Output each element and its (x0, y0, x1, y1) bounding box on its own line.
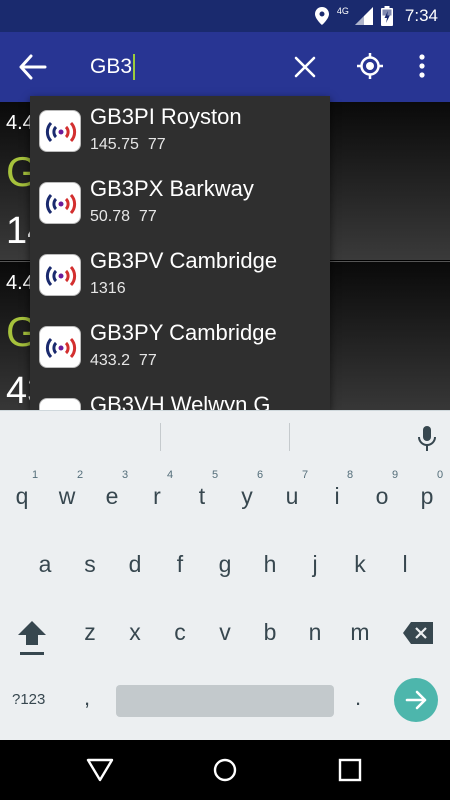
suggestion-item[interactable]: GB3PX Barkway 50.78 77 (30, 168, 330, 240)
home-circle-icon[interactable] (212, 757, 238, 783)
key-k[interactable]: k (340, 551, 380, 578)
search-input[interactable]: GB3 (90, 54, 136, 80)
key-j[interactable]: j (295, 551, 335, 578)
space-bar[interactable] (116, 685, 334, 717)
key-i[interactable]: 8i (317, 469, 357, 510)
key-e[interactable]: 3e (92, 469, 132, 510)
location-icon (314, 7, 329, 25)
key-m[interactable]: m (340, 619, 380, 646)
search-input-value: GB3 (90, 55, 133, 78)
key-z[interactable]: z (70, 619, 110, 646)
suggestion-item[interactable]: GB3VH Welwyn G (30, 384, 330, 410)
suggestion-name: GB3PY Cambridge (90, 320, 277, 345)
status-bar: 4G 7:34 (0, 0, 450, 32)
key-hint: 2 (76, 469, 84, 481)
key-hint: 4 (166, 469, 174, 481)
key-label: i (334, 483, 340, 509)
key-label: o (375, 483, 389, 509)
suggestion-item[interactable]: GB3PY Cambridge 433.2 77 (30, 312, 330, 384)
suggestion-detail: 1316 (90, 280, 126, 297)
enter-button[interactable] (394, 678, 438, 722)
suggestion-item[interactable]: GB3PV Cambridge 1316 (30, 240, 330, 312)
screen: 4G 7:34 GB3 4.4 G 14 4.4 G 43 GB3PI Roys… (0, 0, 450, 800)
text-cursor (133, 54, 136, 80)
key-o[interactable]: 9o (362, 469, 402, 510)
repeater-icon (39, 110, 81, 152)
suggestion-name: GB3VH Welwyn G (90, 392, 271, 410)
key-b[interactable]: b (250, 619, 290, 646)
key-q[interactable]: 1q (2, 469, 42, 510)
search-suggestions: GB3PI Royston 145.75 77 GB3PX Barkway 50… (30, 96, 330, 410)
key-hint: 9 (391, 469, 399, 481)
back-triangle-icon[interactable] (86, 758, 114, 782)
key-label: p (420, 483, 434, 509)
battery-charging-icon (380, 6, 393, 26)
suggestion-detail: 145.75 77 (90, 136, 166, 153)
repeater-icon (39, 398, 81, 410)
comma-key[interactable]: , (84, 685, 90, 711)
key-label: q (15, 483, 29, 509)
key-label: r (153, 483, 161, 509)
network-type-label: 4G (336, 6, 349, 16)
recents-square-icon[interactable] (338, 758, 362, 782)
key-label: y (241, 483, 253, 509)
key-x[interactable]: x (115, 619, 155, 646)
key-v[interactable]: v (205, 619, 245, 646)
suggestion-strip (0, 411, 450, 463)
key-l[interactable]: l (385, 551, 425, 578)
key-s[interactable]: s (70, 551, 110, 578)
repeater-icon (39, 326, 81, 368)
signal-icon (354, 7, 373, 25)
key-y[interactable]: 6y (227, 469, 267, 510)
key-hint: 0 (436, 469, 444, 481)
arrow-right-icon (405, 690, 427, 710)
suggestion-name: GB3PI Royston (90, 104, 242, 129)
key-label: t (198, 483, 206, 509)
suggestion-item[interactable]: GB3PI Royston 145.75 77 (30, 96, 330, 168)
strip-divider (289, 423, 290, 451)
repeater-icon (39, 254, 81, 296)
back-arrow-icon[interactable] (18, 54, 48, 80)
clear-icon[interactable] (293, 55, 317, 79)
key-label: w (58, 483, 76, 509)
soft-keyboard: 1q2w3e4r5t6y7u8i9o0p asdfghjkl zxcvbnm ?… (0, 410, 450, 740)
key-hint: 7 (301, 469, 309, 481)
period-key[interactable]: . (355, 685, 361, 711)
my-location-icon[interactable] (356, 52, 384, 80)
backspace-icon[interactable] (402, 621, 434, 645)
microphone-icon[interactable] (417, 425, 437, 453)
key-g[interactable]: g (205, 551, 245, 578)
more-vert-icon[interactable] (414, 53, 430, 81)
key-label: u (285, 483, 299, 509)
key-u[interactable]: 7u (272, 469, 312, 510)
key-label: e (105, 483, 119, 509)
key-hint: 8 (346, 469, 354, 481)
key-hint: 1 (31, 469, 39, 481)
key-p[interactable]: 0p (407, 469, 447, 510)
strip-divider (160, 423, 161, 451)
key-hint: 5 (211, 469, 219, 481)
key-r[interactable]: 4r (137, 469, 177, 510)
symbols-key[interactable]: ?123 (12, 691, 45, 708)
key-n[interactable]: n (295, 619, 335, 646)
key-hint: 6 (256, 469, 264, 481)
suggestion-name: GB3PX Barkway (90, 176, 254, 201)
repeater-icon (39, 182, 81, 224)
key-d[interactable]: d (115, 551, 155, 578)
suggestion-detail: 433.2 77 (90, 352, 157, 369)
key-h[interactable]: h (250, 551, 290, 578)
key-a[interactable]: a (25, 551, 65, 578)
key-t[interactable]: 5t (182, 469, 222, 510)
key-w[interactable]: 2w (47, 469, 87, 510)
shift-icon[interactable] (16, 619, 48, 659)
app-bar: GB3 (0, 32, 450, 102)
key-hint: 3 (121, 469, 129, 481)
status-time: 7:34 (404, 6, 438, 25)
suggestion-name: GB3PV Cambridge (90, 248, 278, 273)
suggestion-detail: 50.78 77 (90, 208, 157, 225)
navigation-bar (0, 740, 450, 800)
key-f[interactable]: f (160, 551, 200, 578)
key-c[interactable]: c (160, 619, 200, 646)
